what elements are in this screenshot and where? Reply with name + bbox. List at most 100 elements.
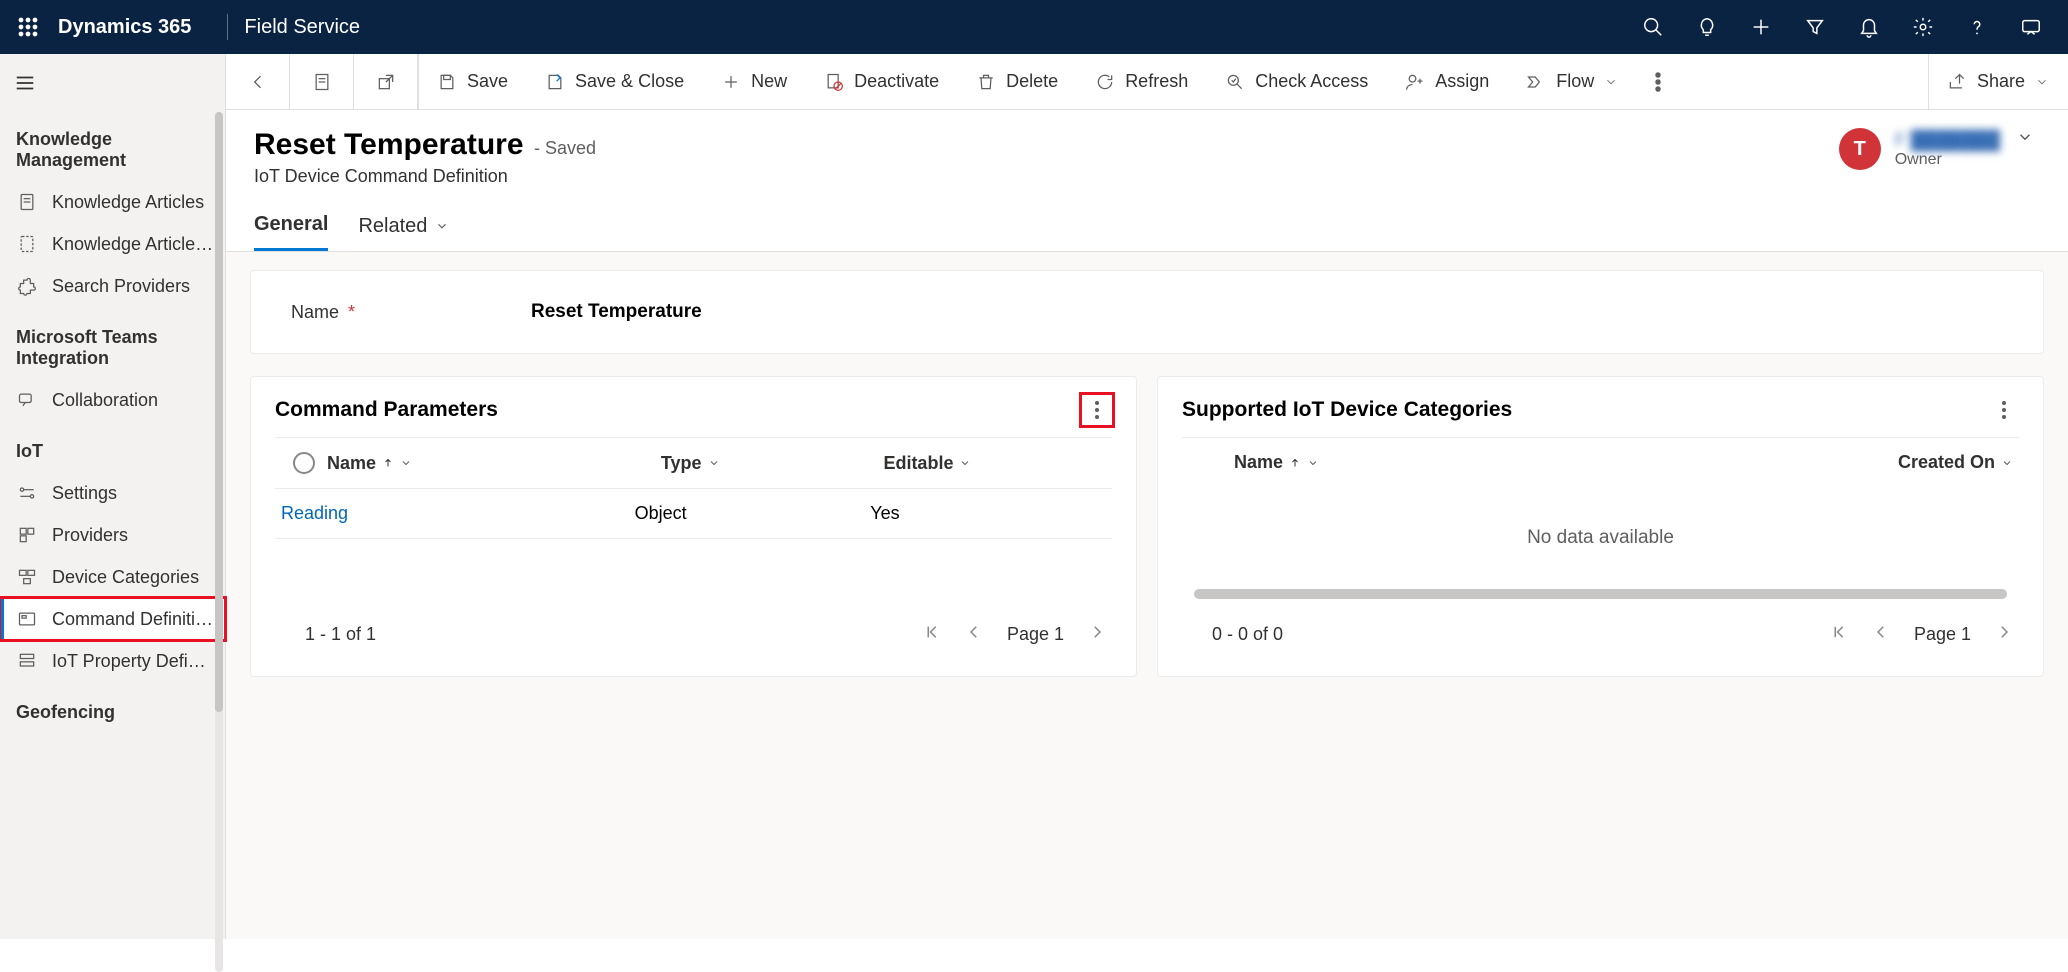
sidebar-item-search-providers[interactable]: Search Providers bbox=[0, 265, 225, 307]
command-parameters-pager: 1 - 1 of 1 Page 1 bbox=[275, 599, 1112, 652]
refresh-label: Refresh bbox=[1125, 71, 1188, 92]
deactivate-label: Deactivate bbox=[854, 71, 939, 92]
pager-next-icon[interactable] bbox=[1088, 623, 1106, 646]
sidebar-item-label: Search Providers bbox=[52, 276, 190, 297]
lightbulb-icon[interactable] bbox=[1680, 0, 1734, 54]
deactivate-button[interactable]: Deactivate bbox=[806, 54, 958, 109]
sidebar-item-label: Settings bbox=[52, 483, 117, 504]
command-icon bbox=[16, 608, 38, 630]
tab-related[interactable]: Related bbox=[358, 213, 449, 251]
supported-categories-more-button[interactable] bbox=[1989, 395, 2019, 425]
horizontal-scrollbar[interactable] bbox=[1194, 589, 2007, 599]
back-button[interactable] bbox=[226, 54, 290, 109]
pager-page: Page 1 bbox=[1914, 624, 1971, 645]
app-launcher-icon[interactable] bbox=[10, 17, 46, 37]
select-all-checkbox[interactable] bbox=[281, 452, 327, 474]
popout-icon[interactable] bbox=[354, 54, 418, 109]
pager-next-icon[interactable] bbox=[1995, 623, 2013, 646]
more-commands-button[interactable] bbox=[1637, 54, 1680, 109]
brand-label[interactable]: Dynamics 365 bbox=[58, 16, 191, 39]
app-name[interactable]: Field Service bbox=[244, 16, 360, 39]
new-button[interactable]: New bbox=[703, 54, 806, 109]
chevron-down-icon bbox=[2001, 457, 2013, 469]
assign-button[interactable]: Assign bbox=[1387, 54, 1508, 109]
command-parameters-title: Command Parameters bbox=[275, 398, 1082, 422]
refresh-button[interactable]: Refresh bbox=[1077, 54, 1207, 109]
form-tabs: General Related bbox=[226, 187, 2068, 252]
owner-label: Owner bbox=[1895, 151, 2000, 169]
check-access-button[interactable]: Check Access bbox=[1207, 54, 1387, 109]
sidebar-item-label: Providers bbox=[52, 525, 128, 546]
flow-button[interactable]: Flow bbox=[1508, 54, 1637, 109]
supported-categories-panel: Supported IoT Device Categories Name bbox=[1157, 376, 2044, 677]
form-content: Name * Reset Temperature Command Paramet… bbox=[226, 252, 2068, 939]
share-label: Share bbox=[1977, 71, 2025, 92]
save-close-button[interactable]: Save & Close bbox=[527, 54, 703, 109]
sidebar-collapse-icon[interactable] bbox=[0, 62, 225, 109]
sidebar-item-iot-providers[interactable]: Providers bbox=[0, 514, 225, 556]
pager-first-icon[interactable] bbox=[923, 623, 941, 646]
column-created-on[interactable]: Created On bbox=[1624, 452, 2014, 473]
column-name-2[interactable]: Name bbox=[1234, 452, 1624, 473]
search-icon[interactable] bbox=[1626, 0, 1680, 54]
pager-page: Page 1 bbox=[1007, 624, 1064, 645]
name-field-value[interactable]: Reset Temperature bbox=[531, 301, 702, 323]
sidebar-item-knowledge-articles[interactable]: Knowledge Articles bbox=[0, 181, 225, 223]
name-field-card: Name * Reset Temperature bbox=[250, 270, 2044, 354]
column-editable[interactable]: Editable bbox=[883, 453, 1106, 474]
entity-name: IoT Device Command Definition bbox=[254, 166, 1839, 187]
save-button[interactable]: Save bbox=[419, 54, 527, 109]
saved-state: - Saved bbox=[534, 138, 596, 158]
pager-prev-icon[interactable] bbox=[965, 623, 983, 646]
chevron-down-icon bbox=[708, 457, 720, 469]
delete-button[interactable]: Delete bbox=[958, 54, 1077, 109]
bell-icon[interactable] bbox=[1842, 0, 1896, 54]
tab-general[interactable]: General bbox=[254, 213, 328, 251]
help-icon[interactable] bbox=[1950, 0, 2004, 54]
sidebar-item-label: Knowledge Article… bbox=[52, 234, 213, 255]
sidebar-item-knowledge-article-templates[interactable]: Knowledge Article… bbox=[0, 223, 225, 265]
save-label: Save bbox=[467, 71, 508, 92]
chevron-down-icon bbox=[2035, 75, 2049, 89]
command-parameters-more-button[interactable] bbox=[1082, 395, 1112, 425]
pager-prev-icon[interactable] bbox=[1872, 623, 1890, 646]
required-marker: * bbox=[348, 302, 355, 322]
pager-first-icon[interactable] bbox=[1830, 623, 1848, 646]
chevron-down-icon bbox=[959, 457, 971, 469]
sidebar-section-geofencing: Geofencing bbox=[0, 682, 225, 733]
owner-block[interactable]: T F ███████ Owner bbox=[1839, 128, 2000, 170]
row-type: Object bbox=[635, 503, 871, 524]
command-bar: Save Save & Close New Deactivate Delete … bbox=[226, 54, 2068, 110]
plus-icon[interactable] bbox=[1734, 0, 1788, 54]
gear-icon[interactable] bbox=[1896, 0, 1950, 54]
document-icon bbox=[16, 191, 38, 213]
sidebar-scrollbar-thumb[interactable] bbox=[215, 112, 223, 712]
header-chevron-icon[interactable] bbox=[2010, 128, 2040, 146]
sidebar-item-collaboration[interactable]: Collaboration bbox=[0, 379, 225, 421]
command-parameters-columns: Name Type Editable bbox=[275, 438, 1112, 488]
assign-label: Assign bbox=[1435, 71, 1489, 92]
chevron-down-icon bbox=[400, 457, 412, 469]
sidebar-item-label: Command Definiti… bbox=[52, 609, 213, 630]
sidebar-item-device-categories[interactable]: Device Categories bbox=[0, 556, 225, 598]
supported-categories-columns: Name Created On bbox=[1182, 438, 2019, 487]
assistant-icon[interactable] bbox=[2004, 0, 2058, 54]
page-title: Reset Temperature bbox=[254, 128, 524, 161]
sidebar-item-iot-settings[interactable]: Settings bbox=[0, 472, 225, 514]
chat-icon bbox=[16, 389, 38, 411]
filter-icon[interactable] bbox=[1788, 0, 1842, 54]
sidebar-item-command-definitions[interactable]: Command Definiti… bbox=[0, 598, 225, 640]
row-name-link[interactable]: Reading bbox=[281, 503, 348, 523]
column-type[interactable]: Type bbox=[661, 453, 884, 474]
property-icon bbox=[16, 650, 38, 672]
name-field-label: Name * bbox=[291, 302, 491, 323]
share-button[interactable]: Share bbox=[1929, 54, 2068, 109]
pager-range: 1 - 1 of 1 bbox=[305, 624, 376, 645]
column-name[interactable]: Name bbox=[327, 453, 661, 474]
sidebar-item-iot-property-definitions[interactable]: IoT Property Defi… bbox=[0, 640, 225, 682]
table-row[interactable]: Reading Object Yes bbox=[275, 488, 1112, 539]
document-icon bbox=[16, 233, 38, 255]
sidebar-item-label: IoT Property Defi… bbox=[52, 651, 206, 672]
sidebar-section-teams: Microsoft Teams Integration bbox=[0, 307, 225, 379]
task-icon[interactable] bbox=[290, 54, 354, 109]
